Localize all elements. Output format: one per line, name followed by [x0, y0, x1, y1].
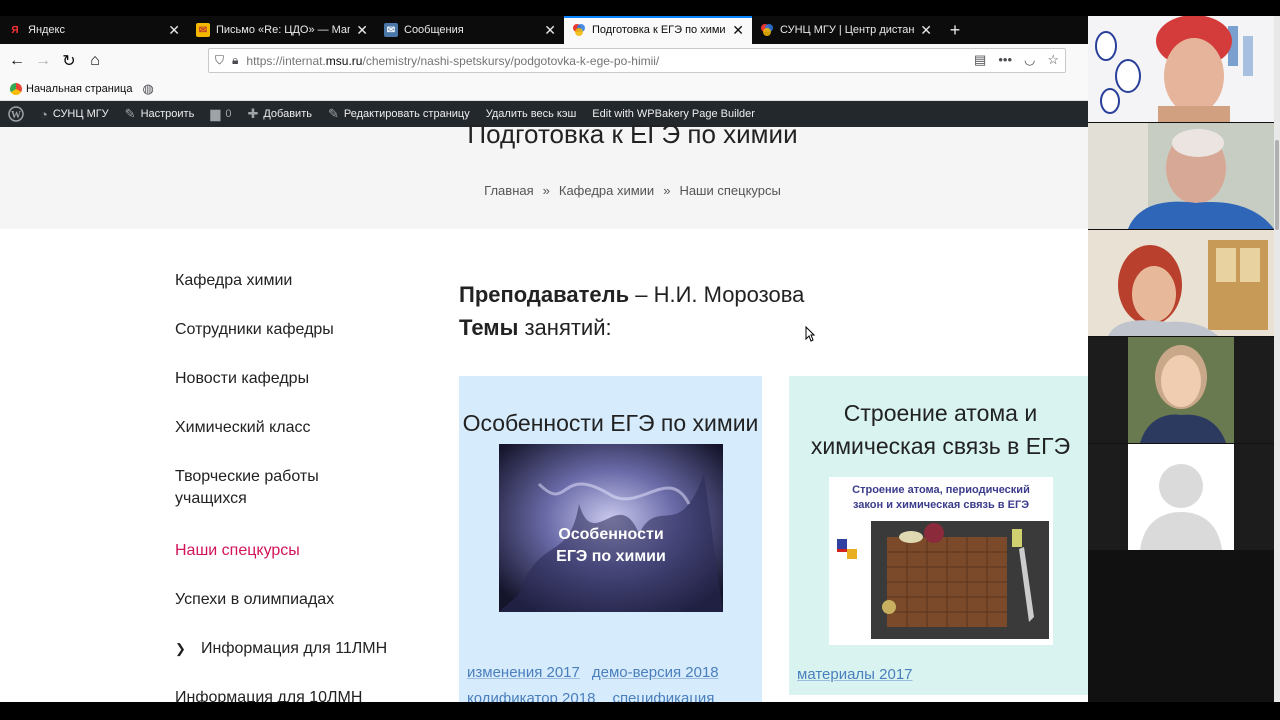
- globe-icon[interactable]: ◍: [142, 81, 153, 97]
- close-icon[interactable]: ✕: [920, 22, 932, 39]
- close-icon[interactable]: ✕: [544, 22, 556, 39]
- url-prefix: https://internat.: [246, 53, 326, 68]
- bookmarks-bar: Начальная страница ◍: [0, 77, 1088, 101]
- mail-icon: ✉: [196, 23, 210, 37]
- mouse-cursor-icon: [805, 326, 815, 342]
- sidebar-item-news[interactable]: Новости кафедры: [175, 368, 425, 417]
- tab-sunc[interactable]: СУНЦ МГУ | Центр дистанци ✕: [752, 16, 940, 44]
- breadcrumb: Главная » Кафедра химии » Наши спецкурсы: [0, 183, 1088, 198]
- sidebar-menu: Кафедра химии Сотрудники кафедры Новости…: [175, 270, 425, 702]
- bookmark-start-page[interactable]: Начальная страница: [26, 83, 132, 95]
- course-card-atom-structure[interactable]: Строение атома и химическая связь в ЕГЭ …: [789, 376, 1088, 695]
- shield-icon[interactable]: ⛉: [215, 53, 224, 68]
- forward-icon[interactable]: →: [30, 48, 56, 74]
- card-links: материалы 2017: [797, 662, 1087, 688]
- url-path: /chemistry/nashi-spetskursy/podgotovka-k…: [362, 53, 660, 68]
- messages-icon: ✉: [384, 23, 398, 37]
- main-content: Преподаватель – Н.И. Морозова Темы занят…: [459, 282, 1088, 348]
- link-specification[interactable]: спецификация: [612, 690, 714, 702]
- course-image-atom-structure[interactable]: Строение атома, периодический закон и хи…: [828, 477, 1053, 645]
- sidebar-item-chemistry-dept[interactable]: Кафедра химии: [175, 270, 425, 319]
- bookmark-star-icon[interactable]: ☆: [1047, 52, 1059, 68]
- tab-title: Письмо «Re: ЦДО» — Maria S: [216, 24, 351, 36]
- more-icon[interactable]: •••: [998, 52, 1012, 68]
- sidebar-item-our-courses[interactable]: Наши спецкурсы: [175, 540, 425, 589]
- teacher-line: Преподаватель – Н.И. Морозова: [459, 282, 1088, 315]
- reload-icon[interactable]: ↻: [56, 48, 82, 74]
- page-header: Подготовка к ЕГЭ по химии Главная » Кафедр…: [0, 119, 1088, 229]
- page-content: Подготовка к ЕГЭ по химии Главная » Кафедр…: [0, 119, 1088, 702]
- start-page-icon: [10, 82, 22, 95]
- page-scrollbar[interactable]: [1274, 16, 1280, 702]
- back-icon[interactable]: ←: [4, 48, 30, 74]
- video-call-panel: [1088, 16, 1280, 702]
- link-demo-2018[interactable]: демо-версия 2018: [592, 664, 719, 681]
- sidebar-item-label: Информация для 11ЛМН: [201, 640, 388, 657]
- course-card-ege-features[interactable]: Особенности ЕГЭ по химии Особенности ЕГЭ…: [459, 376, 762, 702]
- tab-title: СУНЦ МГУ | Центр дистанци: [780, 24, 915, 36]
- teacher-label: Преподаватель: [459, 282, 630, 307]
- breadcrumb-current: Наши спецкурсы: [679, 183, 781, 198]
- chevron-right-icon[interactable]: ❯: [175, 638, 201, 660]
- url-host: msu.ru: [325, 53, 363, 68]
- participant-video-2[interactable]: [1088, 123, 1274, 229]
- home-icon[interactable]: ⌂: [82, 48, 108, 74]
- tab-messages[interactable]: ✉ Сообщения ✕: [376, 16, 564, 44]
- sunc-icon: [572, 23, 586, 37]
- tab-yandex[interactable]: Я Яндекс ✕: [0, 16, 188, 44]
- image-caption-line-2: ЕГЭ по химии: [556, 548, 666, 565]
- nav-bar: ← → ↻ ⌂ ⛉ 🔒︎ https://internat. msu.ru/che…: [0, 44, 1088, 77]
- scrollbar-thumb[interactable]: [1275, 140, 1279, 230]
- breadcrumb-separator: »: [663, 183, 671, 198]
- tab-bar: Я Яндекс ✕ ✉ Письмо «Re: ЦДО» — Maria S …: [0, 16, 1088, 44]
- close-icon[interactable]: ✕: [732, 22, 744, 39]
- image-caption-line-1: Строение атома, периодический: [852, 484, 1030, 496]
- sidebar-item-student-works[interactable]: Творческие работы учащихся: [175, 466, 375, 540]
- link-changes-2017[interactable]: изменения 2017: [467, 664, 580, 681]
- sidebar-item-info-10[interactable]: Информация для 10ЛМН: [175, 687, 425, 702]
- reader-view-icon[interactable]: ▤: [974, 52, 986, 68]
- topics-label: Темы: [459, 315, 519, 340]
- pocket-icon[interactable]: ◡: [1024, 52, 1035, 68]
- yandex-icon: Я: [11, 24, 19, 36]
- new-tab-icon[interactable]: +: [940, 16, 970, 44]
- teacher-dash: –: [629, 282, 654, 307]
- sidebar-item-staff[interactable]: Сотрудники кафедры: [175, 319, 425, 368]
- tab-title: Подготовка к ЕГЭ по химии –: [592, 24, 727, 36]
- sidebar-item-olympiads[interactable]: Успехи в олимпиадах: [175, 589, 425, 638]
- tab-title: Яндекс: [28, 24, 65, 36]
- sunc-icon: [760, 23, 774, 37]
- topics-rest: занятий:: [518, 315, 612, 340]
- sidebar-item-info-11[interactable]: ❯ Информация для 11ЛМН: [175, 638, 425, 687]
- card-links: изменения 2017 демо-версия 2018 кодификат…: [467, 660, 757, 702]
- lock-icon[interactable]: 🔒︎: [232, 53, 238, 68]
- topics-heading: Темы занятий:: [459, 315, 1088, 348]
- course-image-ege-features[interactable]: Особенности ЕГЭ по химии: [498, 444, 723, 612]
- sidebar-item-chem-class[interactable]: Химический класс: [175, 417, 425, 466]
- link-codifier-2018[interactable]: кодификатор 2018: [467, 690, 595, 702]
- participant-video-3[interactable]: [1088, 230, 1274, 336]
- breadcrumb-chemistry[interactable]: Кафедра химии: [559, 183, 654, 198]
- browser-window: Я Яндекс ✕ ✉ Письмо «Re: ЦДО» — Maria S …: [0, 16, 1088, 702]
- image-caption-line-1: Особенности: [558, 526, 663, 543]
- card-title: Особенности ЕГЭ по химии: [462, 410, 759, 436]
- url-bar[interactable]: ⛉ 🔒︎ https://internat. msu.ru/chemistry/n…: [208, 48, 1066, 73]
- page-title: Подготовка к ЕГЭ по химии: [467, 119, 798, 149]
- participant-video-1[interactable]: [1088, 16, 1274, 122]
- breadcrumb-separator: »: [542, 183, 550, 198]
- participant-video-4[interactable]: [1088, 337, 1274, 443]
- breadcrumb-home[interactable]: Главная: [484, 183, 533, 198]
- teacher-name: Н.И. Морозова: [653, 282, 805, 307]
- participant-avatar-placeholder[interactable]: [1088, 444, 1274, 550]
- tab-chemistry[interactable]: Подготовка к ЕГЭ по химии – ✕: [564, 16, 752, 44]
- close-icon[interactable]: ✕: [168, 22, 180, 39]
- tab-title: Сообщения: [404, 24, 464, 36]
- tab-mail[interactable]: ✉ Письмо «Re: ЦДО» — Maria S ✕: [188, 16, 376, 44]
- image-caption-line-2: закон и химическая связь в ЕГЭ: [852, 499, 1028, 511]
- card-title: Строение атома и химическая связь в ЕГЭ: [810, 400, 1071, 459]
- close-icon[interactable]: ✕: [356, 22, 368, 39]
- link-materials-2017[interactable]: материалы 2017: [797, 666, 913, 683]
